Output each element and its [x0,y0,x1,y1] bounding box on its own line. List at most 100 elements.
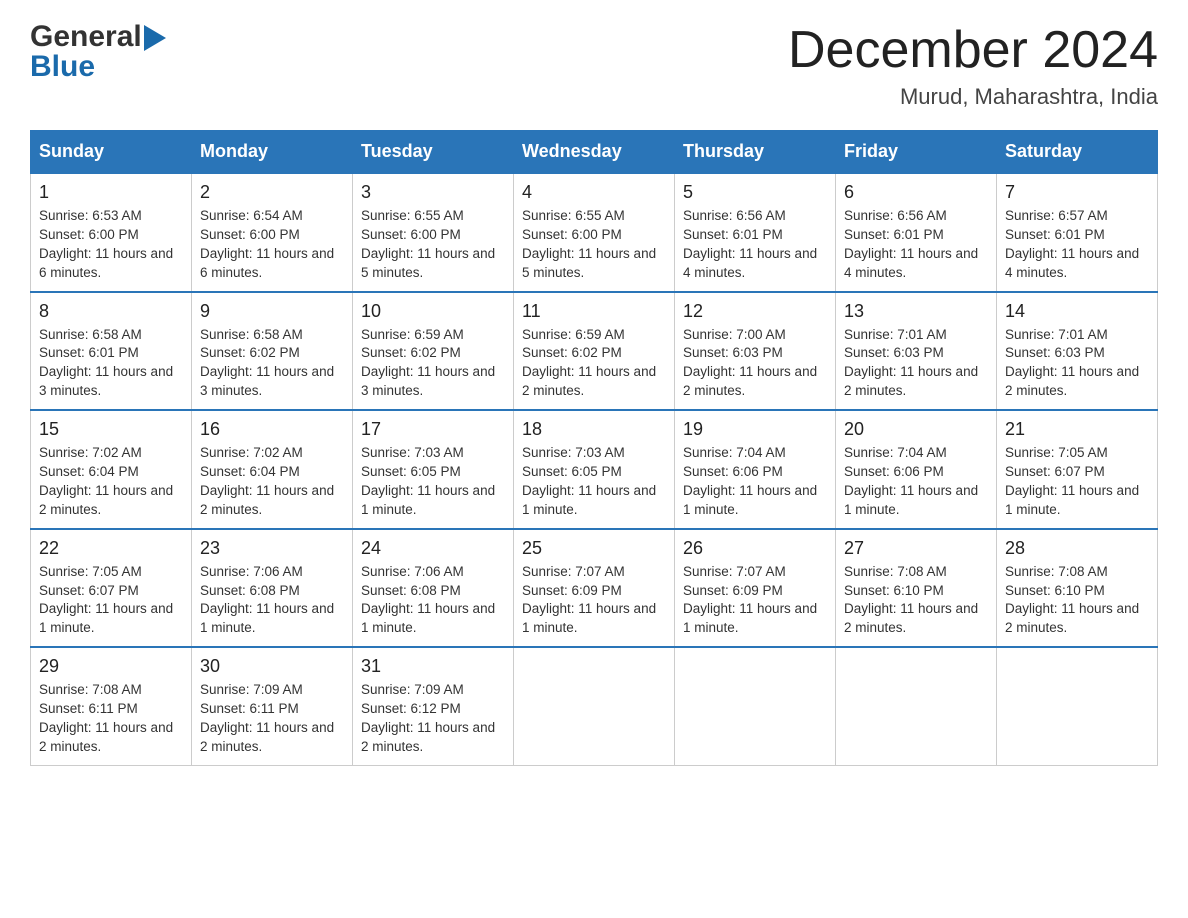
column-header-wednesday: Wednesday [514,131,675,174]
calendar-week-4: 22 Sunrise: 7:05 AMSunset: 6:07 PMDayligh… [31,529,1158,648]
day-info: Sunrise: 7:09 AMSunset: 6:11 PMDaylight:… [200,681,344,757]
day-number: 8 [39,301,183,322]
calendar-cell [514,647,675,765]
calendar-cell: 23 Sunrise: 7:06 AMSunset: 6:08 PMDayligh… [192,529,353,648]
calendar-cell: 28 Sunrise: 7:08 AMSunset: 6:10 PMDayligh… [997,529,1158,648]
calendar-cell: 24 Sunrise: 7:06 AMSunset: 6:08 PMDayligh… [353,529,514,648]
calendar-cell: 29 Sunrise: 7:08 AMSunset: 6:11 PMDayligh… [31,647,192,765]
day-info: Sunrise: 6:59 AMSunset: 6:02 PMDaylight:… [522,326,666,402]
column-header-monday: Monday [192,131,353,174]
day-number: 18 [522,419,666,440]
calendar-cell: 9Sunrise: 6:58 AMSunset: 6:02 PMDaylight… [192,292,353,411]
calendar-cell: 1 Sunrise: 6:53 AMSunset: 6:00 PMDaylight… [31,173,192,292]
day-number: 3 [361,182,505,203]
logo: General Blue [30,20,166,84]
day-number: 20 [844,419,988,440]
day-number: 28 [1005,538,1149,559]
calendar-cell: 27 Sunrise: 7:08 AMSunset: 6:10 PMDayligh… [836,529,997,648]
day-number: 24 [361,538,505,559]
day-number: 29 [39,656,183,677]
day-info: Sunrise: 7:03 AMSunset: 6:05 PMDaylight:… [522,444,666,520]
day-number: 6 [844,182,988,203]
day-info: Sunrise: 7:02 AMSunset: 6:04 PMDaylight:… [200,444,344,520]
day-info: Sunrise: 7:04 AMSunset: 6:06 PMDaylight:… [683,444,827,520]
column-header-tuesday: Tuesday [353,131,514,174]
day-info: Sunrise: 6:55 AMSunset: 6:00 PMDaylight:… [361,207,505,283]
month-title: December 2024 [788,20,1158,80]
day-info: Sunrise: 6:55 AMSunset: 6:00 PMDaylight:… [522,207,666,283]
day-number: 27 [844,538,988,559]
day-number: 16 [200,419,344,440]
day-info: Sunrise: 7:01 AMSunset: 6:03 PMDaylight:… [844,326,988,402]
day-number: 13 [844,301,988,322]
day-info: Sunrise: 7:08 AMSunset: 6:11 PMDaylight:… [39,681,183,757]
calendar-cell: 12Sunrise: 7:00 AMSunset: 6:03 PMDayligh… [675,292,836,411]
title-section: December 2024 Murud, Maharashtra, India [788,20,1158,110]
calendar-cell: 14Sunrise: 7:01 AMSunset: 6:03 PMDayligh… [997,292,1158,411]
day-number: 5 [683,182,827,203]
calendar-cell: 31Sunrise: 7:09 AMSunset: 6:12 PMDayligh… [353,647,514,765]
day-number: 7 [1005,182,1149,203]
day-info: Sunrise: 7:06 AMSunset: 6:08 PMDaylight:… [200,563,344,639]
day-number: 15 [39,419,183,440]
calendar-cell: 21 Sunrise: 7:05 AMSunset: 6:07 PMDayligh… [997,410,1158,529]
day-number: 31 [361,656,505,677]
column-header-thursday: Thursday [675,131,836,174]
day-info: Sunrise: 7:01 AMSunset: 6:03 PMDaylight:… [1005,326,1149,402]
calendar-cell: 7 Sunrise: 6:57 AMSunset: 6:01 PMDaylight… [997,173,1158,292]
day-info: Sunrise: 7:02 AMSunset: 6:04 PMDaylight:… [39,444,183,520]
location-title: Murud, Maharashtra, India [788,84,1158,110]
day-info: Sunrise: 6:54 AMSunset: 6:00 PMDaylight:… [200,207,344,283]
day-info: Sunrise: 6:58 AMSunset: 6:02 PMDaylight:… [200,326,344,402]
day-number: 22 [39,538,183,559]
day-number: 23 [200,538,344,559]
day-number: 11 [522,301,666,322]
day-info: Sunrise: 6:58 AMSunset: 6:01 PMDaylight:… [39,326,183,402]
column-header-sunday: Sunday [31,131,192,174]
column-header-friday: Friday [836,131,997,174]
day-number: 2 [200,182,344,203]
calendar-week-2: 8 Sunrise: 6:58 AMSunset: 6:01 PMDaylight… [31,292,1158,411]
day-number: 21 [1005,419,1149,440]
day-info: Sunrise: 6:59 AMSunset: 6:02 PMDaylight:… [361,326,505,402]
calendar-cell: 25 Sunrise: 7:07 AMSunset: 6:09 PMDayligh… [514,529,675,648]
day-info: Sunrise: 6:56 AMSunset: 6:01 PMDaylight:… [844,207,988,283]
day-info: Sunrise: 7:07 AMSunset: 6:09 PMDaylight:… [522,563,666,639]
calendar-cell: 3 Sunrise: 6:55 AMSunset: 6:00 PMDaylight… [353,173,514,292]
day-number: 1 [39,182,183,203]
day-number: 10 [361,301,505,322]
day-number: 25 [522,538,666,559]
calendar-cell: 2 Sunrise: 6:54 AMSunset: 6:00 PMDaylight… [192,173,353,292]
day-number: 4 [522,182,666,203]
day-info: Sunrise: 7:08 AMSunset: 6:10 PMDaylight:… [844,563,988,639]
day-info: Sunrise: 7:04 AMSunset: 6:06 PMDaylight:… [844,444,988,520]
calendar-table: SundayMondayTuesdayWednesdayThursdayFrid… [30,130,1158,766]
calendar-cell: 8 Sunrise: 6:58 AMSunset: 6:01 PMDaylight… [31,292,192,411]
logo-general-text: General [30,20,142,54]
day-info: Sunrise: 7:05 AMSunset: 6:07 PMDaylight:… [39,563,183,639]
day-number: 17 [361,419,505,440]
logo-triangle-icon [144,25,166,51]
column-header-saturday: Saturday [997,131,1158,174]
calendar-cell: 20 Sunrise: 7:04 AMSunset: 6:06 PMDayligh… [836,410,997,529]
day-info: Sunrise: 6:53 AMSunset: 6:00 PMDaylight:… [39,207,183,283]
calendar-cell [836,647,997,765]
day-info: Sunrise: 7:05 AMSunset: 6:07 PMDaylight:… [1005,444,1149,520]
day-number: 19 [683,419,827,440]
calendar-cell: 15 Sunrise: 7:02 AMSunset: 6:04 PMDayligh… [31,410,192,529]
calendar-cell: 22 Sunrise: 7:05 AMSunset: 6:07 PMDayligh… [31,529,192,648]
day-number: 30 [200,656,344,677]
calendar-cell: 5 Sunrise: 6:56 AMSunset: 6:01 PMDaylight… [675,173,836,292]
day-info: Sunrise: 7:06 AMSunset: 6:08 PMDaylight:… [361,563,505,639]
day-info: Sunrise: 7:07 AMSunset: 6:09 PMDaylight:… [683,563,827,639]
calendar-cell: 11 Sunrise: 6:59 AMSunset: 6:02 PMDayligh… [514,292,675,411]
logo-blue-text: Blue [30,50,95,83]
calendar-cell [675,647,836,765]
day-info: Sunrise: 6:57 AMSunset: 6:01 PMDaylight:… [1005,207,1149,283]
day-info: Sunrise: 7:03 AMSunset: 6:05 PMDaylight:… [361,444,505,520]
calendar-cell: 13 Sunrise: 7:01 AMSunset: 6:03 PMDayligh… [836,292,997,411]
day-info: Sunrise: 7:00 AMSunset: 6:03 PMDaylight:… [683,326,827,402]
day-info: Sunrise: 6:56 AMSunset: 6:01 PMDaylight:… [683,207,827,283]
day-info: Sunrise: 7:08 AMSunset: 6:10 PMDaylight:… [1005,563,1149,639]
calendar-week-5: 29 Sunrise: 7:08 AMSunset: 6:11 PMDayligh… [31,647,1158,765]
